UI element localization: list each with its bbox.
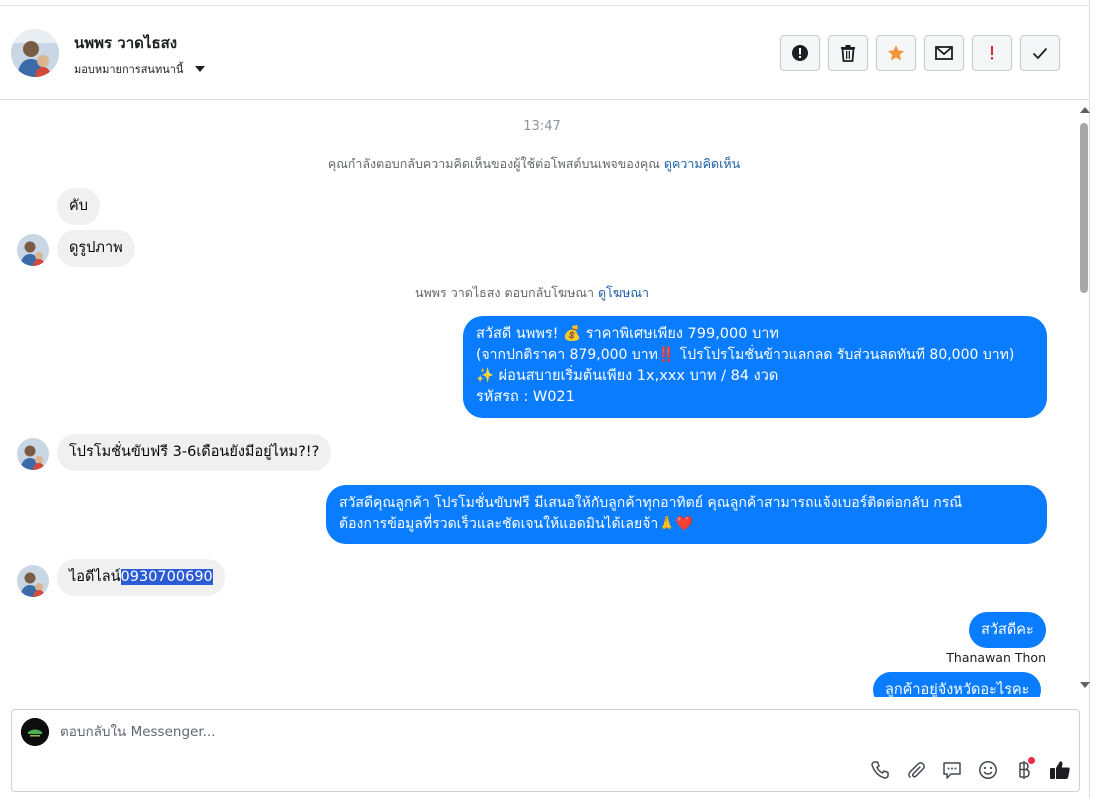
incoming-message[interactable]: คับ	[57, 188, 100, 225]
composer-tools	[864, 755, 1076, 785]
reply-line-2: ต้องการข้อมูลที่รวดเร็วและชัดเจนให้แอดมิ…	[339, 516, 694, 532]
scroll-down-arrow-icon[interactable]	[1080, 682, 1090, 688]
ad-reply-text: นพพร วาดไธสง ตอบกลับโฆษณา	[414, 285, 595, 300]
flag-important-button[interactable]	[972, 35, 1012, 71]
thumbs-up-icon	[1050, 761, 1070, 779]
phone-icon	[871, 761, 889, 779]
page-avatar	[21, 718, 49, 746]
call-button[interactable]	[864, 755, 896, 785]
promo-line-1: สวัสดี นพพร! 💰 ราคาพิเศษเพียง 799,000 บา…	[476, 326, 779, 342]
trash-icon	[841, 45, 855, 62]
envelope-icon	[935, 46, 953, 60]
promo-line-2: (จากปกติราคา 879,000 บาท‼️ โปรโปรโมชั่นข…	[476, 347, 1015, 363]
timestamp: 13:47	[523, 119, 561, 134]
payment-button[interactable]	[1008, 755, 1040, 785]
like-button[interactable]	[1044, 755, 1076, 785]
system-notice-comment: คุณกำลังตอบกลับความคิดเห็นของผู้ใช้ต่อโพ…	[0, 154, 1068, 174]
saved-replies-button[interactable]	[936, 755, 968, 785]
scroll-thumb[interactable]	[1080, 123, 1088, 293]
promo-line-3: ✨ ผ่อนสบายเริ่มต้นเพียง 1x,xxx บาท / 84 …	[476, 368, 779, 384]
reply-input[interactable]	[60, 724, 760, 740]
outgoing-message[interactable]: สวัสดีคะ	[969, 612, 1046, 648]
contact-avatar-small[interactable]	[17, 438, 49, 470]
sender-name: Thanawan Thon	[946, 650, 1046, 665]
system-notice-text: คุณกำลังตอบกลับความคิดเห็นของผู้ใช้ต่อโพ…	[327, 156, 660, 171]
reply-line-1: สวัสดีคุณลูกค้า โปรโมชั่นขับฟรี มีเสนอให…	[339, 495, 963, 511]
thread-scrollbar[interactable]	[1078, 101, 1090, 697]
message-thread[interactable]: 13:47 คุณกำลังตอบกลับความคิดเห็นของผู้ใช…	[0, 101, 1076, 697]
delete-button[interactable]	[828, 35, 868, 71]
emoji-icon	[979, 761, 997, 779]
emoji-button[interactable]	[972, 755, 1004, 785]
paperclip-icon	[908, 762, 925, 778]
scroll-up-arrow-icon[interactable]	[1080, 107, 1090, 113]
mark-done-button[interactable]	[1020, 35, 1060, 71]
line-id-prefix: ไอดีไลน์	[69, 569, 121, 585]
notification-dot	[1028, 757, 1035, 764]
exclamation-icon	[991, 46, 993, 60]
assign-conversation-dropdown[interactable]: มอบหมายการสนทนานี้	[74, 60, 206, 78]
contact-avatar[interactable]	[11, 29, 59, 77]
top-edge	[0, 0, 1090, 6]
mark-unread-button[interactable]	[924, 35, 964, 71]
outgoing-message-promo[interactable]: สวัสดี นพพร! 💰 ราคาพิเศษเพียง 799,000 บา…	[463, 316, 1047, 418]
message-composer	[11, 709, 1080, 792]
contact-name: นพพร วาดไธสง	[74, 34, 178, 52]
incoming-message-line-id[interactable]: ไอดีไลน์0930700690	[57, 559, 225, 596]
report-button[interactable]	[780, 35, 820, 71]
chevron-down-icon	[195, 66, 206, 72]
saved-reply-icon	[943, 762, 961, 779]
star-button[interactable]	[876, 35, 916, 71]
contact-avatar-small[interactable]	[17, 234, 49, 266]
incoming-message-image-link[interactable]: ดูรูปภาพ	[57, 230, 135, 267]
outgoing-message-reply[interactable]: สวัสดีคุณลูกค้า โปรโมชั่นขับฟรี มีเสนอให…	[326, 485, 1047, 544]
view-comment-link[interactable]: ดูความคิดเห็น	[664, 156, 740, 171]
incoming-message[interactable]: โปรโมชั่นขับฟรี 3-6เดือนยังมีอยู่ไหม?!?	[57, 434, 332, 471]
header-actions	[780, 35, 1060, 71]
selected-phone-number[interactable]: 0930700690	[120, 569, 213, 585]
assign-label: มอบหมายการสนทนานี้	[74, 63, 184, 76]
checkmark-icon	[1032, 47, 1048, 60]
contact-avatar-small[interactable]	[17, 565, 49, 597]
system-notice-ad: นพพร วาดไธสง ตอบกลับโฆษณา ดูโฆษณา	[0, 283, 1064, 303]
attach-button[interactable]	[900, 755, 932, 785]
outgoing-message[interactable]: ลูกค้าอยู่จังหวัดอะไรคะ	[873, 672, 1042, 697]
star-icon	[888, 45, 904, 61]
report-icon	[792, 45, 808, 61]
conversation-header: นพพร วาดไธสง มอบหมายการสนทนานี้	[0, 7, 1089, 100]
promo-line-4: รหัสรถ : W021	[476, 389, 575, 405]
view-ad-link[interactable]: ดูโฆษณา	[598, 285, 649, 300]
